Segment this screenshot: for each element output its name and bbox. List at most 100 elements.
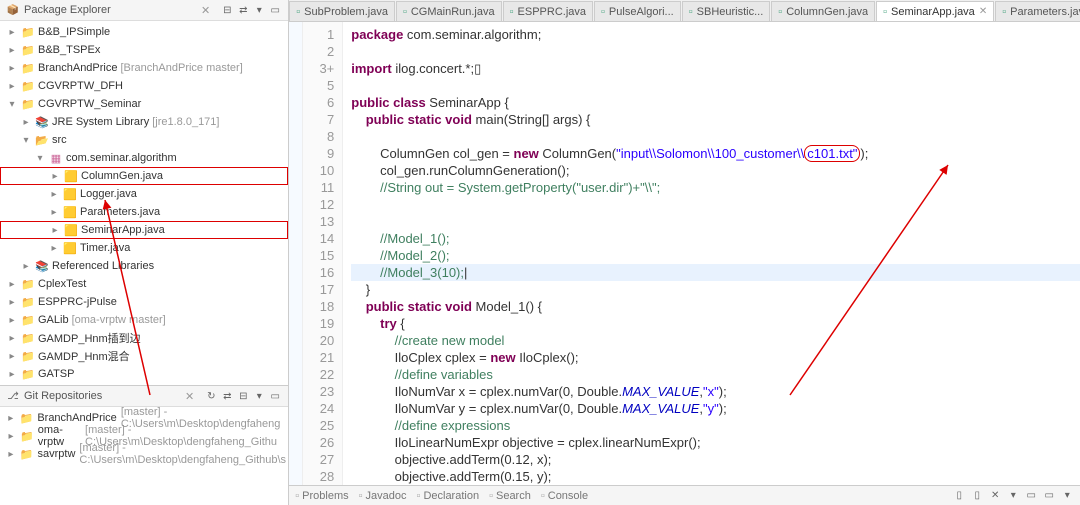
expand-icon[interactable]: ▸ bbox=[48, 207, 60, 218]
code-line[interactable]: //Model_3(10);| bbox=[351, 264, 1080, 281]
code-line[interactable]: //define expressions bbox=[351, 417, 1080, 434]
tree-item[interactable]: ▸📚Referenced Libraries bbox=[0, 257, 288, 275]
code-line[interactable] bbox=[351, 196, 1080, 213]
code-line[interactable]: IloNumVar x = cplex.numVar(0, Double.MAX… bbox=[351, 383, 1080, 400]
tree-item[interactable]: ▸📁B&B_TSPEx bbox=[0, 41, 288, 59]
expand-icon[interactable]: ▸ bbox=[6, 27, 18, 38]
expand-icon[interactable]: ▾ bbox=[34, 153, 46, 164]
expand-icon[interactable]: ▾ bbox=[6, 99, 18, 110]
code-line[interactable]: //create new model bbox=[351, 332, 1080, 349]
tree-item[interactable]: ▸🟨Parameters.java bbox=[0, 203, 288, 221]
expand-icon[interactable]: ▸ bbox=[6, 315, 18, 326]
code-line[interactable]: objective.addTerm(0.15, y); bbox=[351, 468, 1080, 485]
git-menu-icon[interactable]: ▾ bbox=[252, 389, 266, 403]
editor-tab[interactable]: ▫CGMainRun.java bbox=[396, 1, 502, 21]
editor-tab[interactable]: ▫SeminarApp.java✕ bbox=[876, 1, 994, 21]
editor-tab[interactable]: ▫Parameters.java bbox=[995, 1, 1080, 21]
tree-item[interactable]: ▸📁B&B_IPSimple bbox=[0, 23, 288, 41]
code-content[interactable]: package com.seminar.algorithm; import il… bbox=[343, 22, 1080, 485]
code-line[interactable]: import ilog.concert.*;▯ bbox=[351, 60, 1080, 77]
expand-icon[interactable]: ▸ bbox=[6, 63, 18, 74]
tree-item[interactable]: ▸📚JRE System Library [jre1.8.0_171] bbox=[0, 113, 288, 131]
code-line[interactable]: public class SeminarApp { bbox=[351, 94, 1080, 111]
bottom-tab[interactable]: ▫Search bbox=[489, 490, 531, 502]
bottom-tab[interactable]: ▫Declaration bbox=[417, 490, 480, 502]
link-editor-icon[interactable]: ⇄ bbox=[236, 3, 250, 17]
expand-icon[interactable]: ▸ bbox=[20, 117, 32, 128]
tree-item[interactable]: ▸📁CGVRPTW_DFH bbox=[0, 77, 288, 95]
expand-icon[interactable]: ▸ bbox=[6, 333, 18, 344]
tree-item[interactable]: ▸📁ESPPRC-jPulse bbox=[0, 293, 288, 311]
console-toolbar-icon[interactable]: ▯ bbox=[952, 489, 966, 503]
tree-item[interactable]: ▾▦com.seminar.algorithm bbox=[0, 149, 288, 167]
code-line[interactable]: //String out = System.getProperty("user.… bbox=[351, 179, 1080, 196]
editor-tab[interactable]: ▫ColumnGen.java bbox=[771, 1, 875, 21]
collapse-all-icon[interactable]: ⊟ bbox=[220, 3, 234, 17]
code-line[interactable]: IloNumVar y = cplex.numVar(0, Double.MAX… bbox=[351, 400, 1080, 417]
tree-item[interactable]: ▸🟨Timer.java bbox=[0, 239, 288, 257]
console-toolbar-icon[interactable]: ▭ bbox=[1042, 489, 1056, 503]
editor-tab[interactable]: ▫PulseAlgori... bbox=[594, 1, 681, 21]
code-line[interactable]: //define variables bbox=[351, 366, 1080, 383]
expand-icon[interactable]: ▾ bbox=[20, 135, 32, 146]
git-repo-item[interactable]: ▸📁savrptw [master] - C:\Users\m\Desktop\… bbox=[0, 445, 288, 463]
git-link-icon[interactable]: ⇄ bbox=[220, 389, 234, 403]
console-toolbar-icon[interactable]: ▾ bbox=[1060, 489, 1074, 503]
code-line[interactable]: public static void Model_1() { bbox=[351, 298, 1080, 315]
code-line[interactable]: IloCplex cplex = new IloCplex(); bbox=[351, 349, 1080, 366]
expand-icon[interactable]: ▸ bbox=[20, 261, 32, 272]
bottom-tab[interactable]: ▫Javadoc bbox=[359, 490, 407, 502]
git-min-icon[interactable]: ▭ bbox=[268, 389, 282, 403]
package-explorer-tree[interactable]: ▸📁B&B_IPSimple▸📁B&B_TSPEx▸📁BranchAndPric… bbox=[0, 21, 288, 385]
code-line[interactable]: //Model_2(); bbox=[351, 247, 1080, 264]
editor-tab[interactable]: ▫SubProblem.java bbox=[289, 1, 395, 21]
expand-icon[interactable]: ▸ bbox=[48, 189, 60, 200]
tree-item[interactable]: ▸📁CplexTest bbox=[0, 275, 288, 293]
tree-item[interactable]: ▸🟨Logger.java bbox=[0, 185, 288, 203]
expand-icon[interactable]: ▸ bbox=[6, 45, 18, 56]
code-line[interactable]: ColumnGen col_gen = new ColumnGen("input… bbox=[351, 145, 1080, 162]
git-repositories-list[interactable]: ▸📁BranchAndPrice [master] - C:\Users\m\D… bbox=[0, 407, 288, 505]
bottom-tab[interactable]: ▫Console bbox=[541, 490, 588, 502]
code-line[interactable]: objective.addTerm(0.12, x); bbox=[351, 451, 1080, 468]
expand-icon[interactable]: ▸ bbox=[6, 297, 18, 308]
code-line[interactable]: public static void main(String[] args) { bbox=[351, 111, 1080, 128]
git-refresh-icon[interactable]: ↻ bbox=[204, 389, 218, 403]
code-line[interactable] bbox=[351, 43, 1080, 60]
minimize-icon[interactable]: ▭ bbox=[268, 3, 282, 17]
console-toolbar-icon[interactable]: ▾ bbox=[1006, 489, 1020, 503]
tree-item[interactable]: ▾📂src bbox=[0, 131, 288, 149]
expand-icon[interactable]: ▸ bbox=[6, 369, 18, 380]
expand-icon[interactable]: ▸ bbox=[6, 279, 18, 290]
tree-item[interactable]: ▸📁BranchAndPrice [BranchAndPrice master] bbox=[0, 59, 288, 77]
code-editor[interactable]: 123+567891011121314151617181920212223242… bbox=[289, 22, 1080, 485]
tree-item[interactable]: ▾📁CGVRPTW_Seminar bbox=[0, 95, 288, 113]
bottom-tab[interactable]: ▫Problems bbox=[295, 490, 348, 502]
expand-icon[interactable]: ▸ bbox=[6, 81, 18, 92]
expand-icon[interactable]: ▸ bbox=[48, 243, 60, 254]
code-line[interactable]: } bbox=[351, 281, 1080, 298]
git-collapse-icon[interactable]: ⊟ bbox=[236, 389, 250, 403]
editor-tab[interactable]: ▫SBHeuristic... bbox=[682, 1, 771, 21]
console-toolbar-icon[interactable]: ▭ bbox=[1024, 489, 1038, 503]
code-line[interactable]: //Model_1(); bbox=[351, 230, 1080, 247]
tree-item[interactable]: ▸📁GAMDP_Hnm插到边 bbox=[0, 329, 288, 347]
expand-icon[interactable]: ▸ bbox=[49, 171, 61, 182]
code-line[interactable]: col_gen.runColumnGeneration(); bbox=[351, 162, 1080, 179]
editor-tab[interactable]: ▫ESPPRC.java bbox=[503, 1, 593, 21]
tree-item[interactable]: ▸📁GAMDP_Hnm混合 bbox=[0, 347, 288, 365]
expand-icon[interactable]: ▸ bbox=[49, 225, 61, 236]
tree-item[interactable]: ▸🟨SeminarApp.java bbox=[0, 221, 288, 239]
console-toolbar-icon[interactable]: ▯ bbox=[970, 489, 984, 503]
code-line[interactable]: package com.seminar.algorithm; bbox=[351, 26, 1080, 43]
tree-item[interactable]: ▸📁GATSP bbox=[0, 365, 288, 383]
code-line[interactable]: IloLinearNumExpr objective = cplex.linea… bbox=[351, 434, 1080, 451]
view-menu-icon[interactable]: ▾ bbox=[252, 3, 266, 17]
close-tab-icon[interactable]: ✕ bbox=[979, 6, 987, 17]
tree-item[interactable]: ▸🟨ColumnGen.java bbox=[0, 167, 288, 185]
code-line[interactable]: try { bbox=[351, 315, 1080, 332]
expand-icon[interactable]: ▸ bbox=[6, 351, 18, 362]
code-line[interactable] bbox=[351, 77, 1080, 94]
code-line[interactable] bbox=[351, 213, 1080, 230]
tree-item[interactable]: ▸📁GALib [oma-vrptw master] bbox=[0, 311, 288, 329]
